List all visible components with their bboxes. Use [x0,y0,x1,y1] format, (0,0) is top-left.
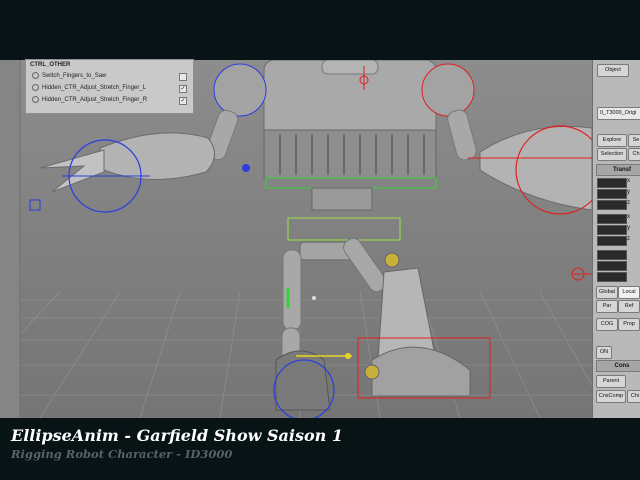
param-row[interactable]: Switch_Fingers_to_Saw [26,70,193,82]
ref-button[interactable]: Ref [618,300,640,313]
robot-torso [263,60,437,189]
param-icon [32,71,39,79]
cog-button[interactable]: COG [596,318,618,331]
transform-field[interactable] [597,178,627,188]
object-name-field[interactable]: 0_T3000_Origi [597,107,640,120]
axis-label: x [627,178,630,184]
transform-field[interactable] [597,272,627,282]
axis-label: z [627,200,630,206]
select-button[interactable]: Se [628,134,640,147]
transform-field[interactable] [597,214,627,224]
selection-button[interactable]: Selection [597,148,627,161]
global-button[interactable]: Global [596,286,618,299]
transform-field[interactable] [597,200,627,210]
param-checkbox-unchecked[interactable] [179,73,187,81]
caption-title: EllipseAnim - Garfield Show Saison 1 [11,426,343,445]
children-button[interactable]: Ch [628,148,640,161]
prop-button[interactable]: Prop [618,318,640,331]
axis-label: y [627,225,630,231]
transform-field[interactable] [597,225,627,235]
param-checkbox-checked[interactable]: ✓ [179,97,187,105]
cnscomp-button[interactable]: CnsComp [596,390,626,403]
axis-label: y [627,189,630,195]
par-button[interactable]: Par [596,300,618,313]
axis-label: z [627,236,630,242]
constrain-section-header[interactable]: Cons [596,360,640,372]
transform-field[interactable] [597,250,627,260]
transform-field[interactable] [597,261,627,271]
param-checkbox-checked[interactable]: ✓ [179,85,187,93]
top-letterbox-bar [0,0,640,60]
param-row[interactable]: Hidden_CTR_Adjust_Stretch_Finger_R ✓ [26,94,193,106]
tab-object[interactable]: Object [597,64,629,77]
robot-left-leg [273,249,352,418]
left-edge-strip [0,60,20,418]
param-label: Hidden_CTR_Adjust_Stretch_Finger_L [42,85,147,91]
on-toggle[interactable]: ON [596,346,612,359]
param-row[interactable]: Hidden_CTR_Adjust_Stretch_Finger_L ✓ [26,82,193,94]
param-label: Hidden_CTR_Adjust_Stretch_Finger_R [42,97,148,103]
param-icon [32,95,39,103]
transform-field[interactable] [597,189,627,199]
caption-subtitle: Rigging Robot Character - ID3000 [11,447,233,461]
properties-panel: Object 0_T3000_Origi Explore Se Selectio… [592,60,640,418]
param-label: Switch_Fingers_to_Saw [42,73,107,79]
panel-header: CTRL_OTHER [30,62,71,68]
transform-field[interactable] [597,236,627,246]
local-button[interactable]: Local [618,286,640,299]
transform-section-header[interactable]: Transf [596,164,640,176]
param-icon [32,83,39,91]
explore-button[interactable]: Explore [597,134,627,147]
parent-button[interactable]: Parent [596,375,626,388]
robot-right-leg [343,237,491,399]
child-button[interactable]: Chi [627,390,640,403]
axis-label: x [627,214,630,220]
robot-right-arm [421,63,592,215]
custom-parameter-panel: CTRL_OTHER Switch_Fingers_to_Saw Hidden_… [25,59,194,114]
